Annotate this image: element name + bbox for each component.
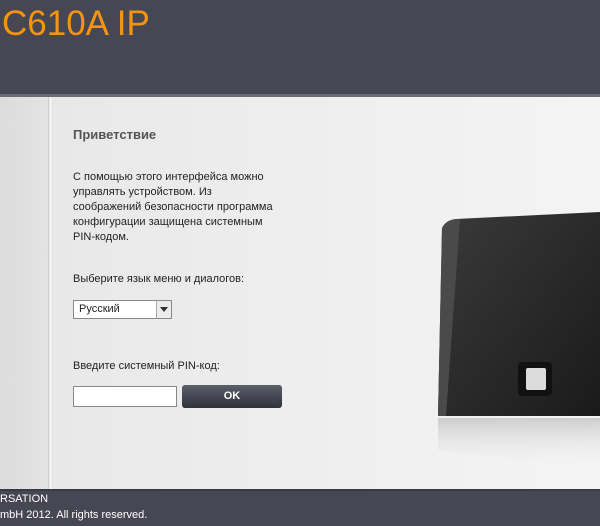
- welcome-heading: Приветствие: [73, 127, 157, 142]
- pin-input[interactable]: [73, 386, 177, 407]
- footer-brand: RSATION: [0, 493, 49, 505]
- intro-text: С помощью этого интерфейса можно управля…: [73, 171, 273, 243]
- footer-divider: [0, 489, 600, 491]
- language-select-value: Русский: [79, 303, 120, 315]
- ok-button[interactable]: OK: [182, 385, 282, 408]
- sidebar-divider-highlight: [50, 97, 51, 489]
- pin-label: Введите системный PIN-код:: [73, 360, 220, 372]
- footer-copyright: mbH 2012. All rights reserved.: [0, 509, 148, 521]
- sidebar-divider: [48, 97, 49, 489]
- chevron-down-icon[interactable]: [156, 301, 171, 318]
- language-select[interactable]: Русский: [73, 300, 172, 319]
- page-title: C610A IP: [2, 4, 150, 43]
- language-label: Выберите язык меню и диалогов:: [73, 273, 245, 285]
- base-station-image: [438, 212, 600, 470]
